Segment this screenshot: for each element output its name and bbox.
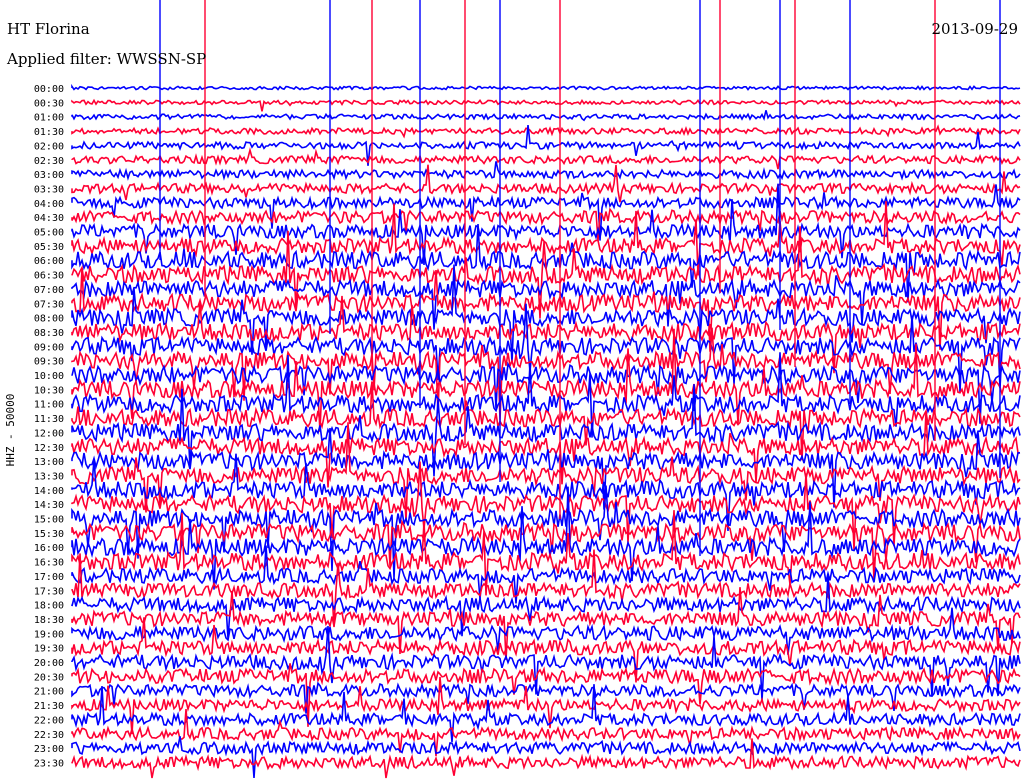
record-date: 2013-09-29 <box>931 20 1018 38</box>
row-time-label: 05:00 <box>34 228 64 239</box>
trace-row <box>71 183 1021 266</box>
row-time-label: 14:00 <box>34 486 64 497</box>
row-time-label: 01:30 <box>34 127 64 138</box>
row-time-label: 19:30 <box>34 644 64 655</box>
row-time-label: 01:00 <box>34 113 64 124</box>
row-time-label: 16:00 <box>34 543 64 554</box>
trace-row <box>71 161 1021 181</box>
row-time-label: 15:00 <box>34 515 64 526</box>
row-time-label: 00:00 <box>34 84 64 95</box>
trace-row <box>71 124 1021 139</box>
row-time-label: 07:30 <box>34 299 64 310</box>
row-time-label: 17:30 <box>34 586 64 597</box>
row-time-label: 20:00 <box>34 658 64 669</box>
trace-row <box>71 110 1021 122</box>
row-time-label: 13:00 <box>34 457 64 468</box>
trace-row <box>71 98 1021 112</box>
row-time-label: 20:30 <box>34 672 64 683</box>
row-time-label: 02:30 <box>34 156 64 167</box>
row-time-label: 08:00 <box>34 314 64 325</box>
row-time-label: 12:30 <box>34 443 64 454</box>
row-time-label: 17:00 <box>34 572 64 583</box>
row-time-label: 06:00 <box>34 256 64 267</box>
row-time-label: 21:00 <box>34 687 64 698</box>
trace-row <box>71 681 1021 714</box>
channel-label: HHZ - 50000 <box>4 393 17 467</box>
row-time-label: 21:30 <box>34 701 64 712</box>
row-time-label: 09:30 <box>34 357 64 368</box>
row-time-label: 18:00 <box>34 601 64 612</box>
row-time-label: 03:00 <box>34 170 64 181</box>
row-time-label: 15:30 <box>34 529 64 540</box>
row-time-labels: 00:00 00:30 01:00 01:30 02:00 02:30 03:00 03:30… <box>34 84 64 769</box>
row-time-label: 10:30 <box>34 385 64 396</box>
row-time-label: 03:30 <box>34 184 64 195</box>
trace-row <box>71 709 1021 757</box>
row-time-label: 00:30 <box>34 98 64 109</box>
row-time-label: 16:30 <box>34 558 64 569</box>
row-time-label: 14:30 <box>34 500 64 511</box>
row-time-label: 23:00 <box>34 744 64 755</box>
row-time-label: 04:30 <box>34 213 64 224</box>
row-time-label: 02:00 <box>34 141 64 152</box>
row-time-label: 08:30 <box>34 328 64 339</box>
row-time-label: 19:00 <box>34 629 64 640</box>
row-time-label: 04:00 <box>34 199 64 210</box>
row-time-label: 10:00 <box>34 371 64 382</box>
row-time-label: 18:30 <box>34 615 64 626</box>
filter-label: Applied filter: WWSSN-SP <box>7 50 207 68</box>
row-time-label: 11:00 <box>34 400 64 411</box>
row-time-label: 23:30 <box>34 758 64 769</box>
row-time-label: 05:30 <box>34 242 64 253</box>
station-title: HT Florina <box>7 20 90 38</box>
row-time-label: 22:30 <box>34 730 64 741</box>
row-time-label: 07:00 <box>34 285 64 296</box>
row-time-label: 12:00 <box>34 428 64 439</box>
row-time-label: 22:00 <box>34 715 64 726</box>
helicorder-plot: 00:00 00:30 01:00 01:30 02:00 02:30 03:00 03:30… <box>34 0 1021 779</box>
row-time-label: 06:30 <box>34 271 64 282</box>
trace-row <box>71 626 1021 701</box>
row-time-label: 13:30 <box>34 471 64 482</box>
row-time-label: 11:30 <box>34 414 64 425</box>
trace-row <box>71 83 1021 91</box>
row-time-label: 09:00 <box>34 342 64 353</box>
seismic-traces <box>71 0 1021 779</box>
trace-row <box>71 146 1021 170</box>
